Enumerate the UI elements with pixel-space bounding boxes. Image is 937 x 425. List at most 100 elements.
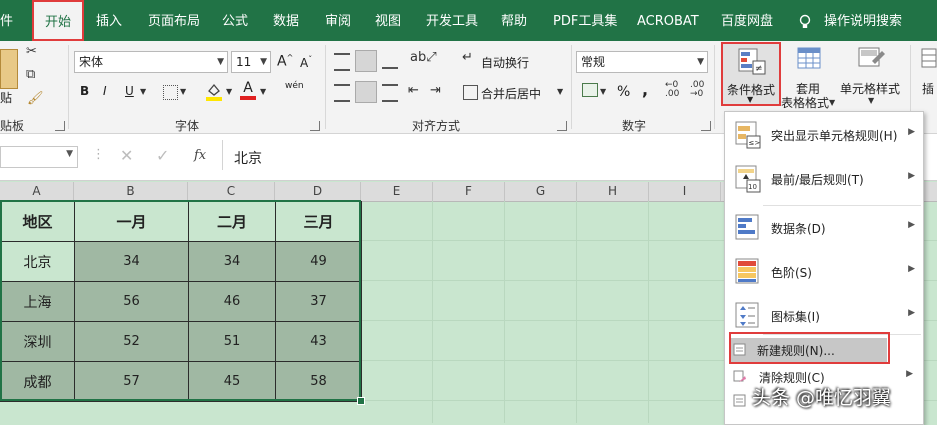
align-center-icon[interactable] <box>355 81 377 103</box>
header-cell-region[interactable]: 地区 <box>0 201 75 242</box>
increase-indent-icon[interactable]: ⇥ <box>430 83 441 98</box>
conditional-formatting-button[interactable]: ≠ 条件格式 ▼ <box>721 42 781 106</box>
border-icon[interactable] <box>163 85 178 100</box>
column-header-f[interactable]: F <box>433 182 505 201</box>
font-name-combo[interactable]: 宋体 ▼ <box>74 51 228 73</box>
chevron-down-icon[interactable]: ▼ <box>260 87 266 96</box>
format-as-table-button-line2[interactable]: 表格格式 <box>781 94 829 111</box>
menu-item-data-bars[interactable]: 数据条(D) ▶ <box>725 208 921 250</box>
cell-value[interactable]: 37 <box>275 281 362 322</box>
cell-value[interactable]: 45 <box>188 361 276 402</box>
menu-item-icon-sets[interactable]: 图标集(I) ▶ <box>725 296 921 338</box>
decrease-decimal-icon[interactable]: .00 →0 <box>690 81 704 99</box>
cell-styles-button[interactable]: 单元格样式 <box>840 80 900 97</box>
tab-file[interactable]: 件 <box>0 0 13 41</box>
column-header-h[interactable]: H <box>577 182 649 201</box>
orientation-icon[interactable]: ab⤢ <box>410 50 437 65</box>
chevron-down-icon[interactable]: ▼ <box>829 98 835 107</box>
tab-view[interactable]: 视图 <box>375 0 401 41</box>
number-launcher-icon[interactable] <box>701 121 711 131</box>
cell-region[interactable]: 北京 <box>0 241 75 282</box>
cell-region[interactable]: 深圳 <box>0 321 75 362</box>
cancel-icon[interactable]: ✕ <box>120 146 133 165</box>
column-header-g[interactable]: G <box>505 182 577 201</box>
tab-pdf-tools[interactable]: PDF工具集 <box>553 0 617 41</box>
font-color-icon[interactable]: A <box>240 81 256 101</box>
comma-button[interactable]: , <box>642 80 648 99</box>
cell-value[interactable]: 46 <box>188 281 276 322</box>
tell-me-search[interactable]: 操作说明搜索 <box>824 0 902 41</box>
font-launcher-icon[interactable] <box>310 121 320 131</box>
cell-value[interactable]: 34 <box>188 241 276 282</box>
increase-decimal-icon[interactable]: ←0.00 <box>665 81 679 99</box>
tab-insert[interactable]: 插入 <box>96 0 122 41</box>
align-left-icon[interactable] <box>334 84 350 102</box>
number-format-combo[interactable]: 常规 ▼ <box>576 51 708 73</box>
fill-handle[interactable] <box>357 397 365 405</box>
tab-developer[interactable]: 开发工具 <box>426 0 478 41</box>
align-top-icon[interactable] <box>334 53 350 71</box>
phonetic-guide-button[interactable]: wén <box>285 81 304 91</box>
column-header-i[interactable]: I <box>649 182 721 201</box>
column-header-a[interactable]: A <box>0 182 74 201</box>
align-right-icon[interactable] <box>382 84 398 102</box>
tab-home[interactable]: 开始 <box>32 0 84 41</box>
name-box[interactable]: ▼ <box>0 146 78 168</box>
formula-input[interactable]: 北京 <box>234 148 262 168</box>
chevron-down-icon[interactable]: ▼ <box>180 87 186 96</box>
format-painter-icon[interactable]: 🖌 <box>27 91 44 106</box>
column-header-b[interactable]: B <box>74 182 188 201</box>
percent-button[interactable]: % <box>617 84 630 100</box>
wrap-text-icon[interactable]: ↵ <box>462 50 473 65</box>
tab-baidu-netdisk[interactable]: 百度网盘 <box>721 0 773 41</box>
merge-center-button[interactable]: 合并后居中 <box>481 85 541 102</box>
chevron-down-icon[interactable]: ▼ <box>868 96 874 105</box>
paste-button[interactable]: 贴 <box>0 89 12 106</box>
chevron-down-icon[interactable]: ▼ <box>600 87 606 96</box>
cut-icon[interactable]: ✂ <box>26 44 37 59</box>
insert-function-icon[interactable]: fx <box>194 148 206 163</box>
chevron-down-icon[interactable]: ▼ <box>226 87 232 96</box>
insert-button[interactable]: 插 <box>922 80 934 97</box>
fill-color-icon[interactable] <box>206 81 222 101</box>
header-cell-jan[interactable]: 一月 <box>74 201 189 242</box>
paste-icon[interactable] <box>0 49 18 89</box>
column-header-e[interactable]: E <box>361 182 433 201</box>
tab-formulas[interactable]: 公式 <box>222 0 248 41</box>
cell-value[interactable]: 34 <box>74 241 189 282</box>
clipboard-launcher-icon[interactable] <box>55 121 65 131</box>
cell-value[interactable]: 49 <box>275 241 362 282</box>
tab-page-layout[interactable]: 页面布局 <box>148 0 200 41</box>
italic-button[interactable]: I <box>103 84 107 98</box>
decrease-indent-icon[interactable]: ⇤ <box>408 83 419 98</box>
shrink-font-button[interactable]: Aˇ <box>300 55 312 70</box>
menu-item-highlight-rules[interactable]: ≤> 突出显示单元格规则(H) ▶ <box>725 115 921 157</box>
tab-review[interactable]: 审阅 <box>325 0 351 41</box>
cell-region[interactable]: 成都 <box>0 361 75 402</box>
menu-item-top-bottom-rules[interactable]: 10 最前/最后规则(T) ▶ <box>725 159 921 201</box>
bold-button[interactable]: B <box>80 84 89 98</box>
cell-value[interactable]: 43 <box>275 321 362 362</box>
insert-cells-icon[interactable] <box>920 47 937 73</box>
cell-value[interactable]: 56 <box>74 281 189 322</box>
underline-button[interactable]: U <box>125 84 134 98</box>
menu-item-new-rule[interactable]: 新建规则(N)... <box>731 338 887 362</box>
menu-item-color-scales[interactable]: 色阶(S) ▶ <box>725 252 921 294</box>
align-middle-icon[interactable] <box>355 50 377 72</box>
alignment-launcher-icon[interactable] <box>557 121 567 131</box>
cell-value[interactable]: 58 <box>275 361 362 402</box>
column-header-c[interactable]: C <box>188 182 275 201</box>
copy-icon[interactable]: ⧉ <box>26 67 35 82</box>
header-cell-feb[interactable]: 二月 <box>188 201 276 242</box>
align-bottom-icon[interactable] <box>382 53 398 69</box>
grow-font-button[interactable]: A^ <box>277 53 293 70</box>
font-size-combo[interactable]: 11 ▼ <box>231 51 271 73</box>
currency-icon[interactable] <box>582 83 598 97</box>
manage-rules-icon[interactable] <box>733 394 747 408</box>
chevron-down-icon[interactable]: ▼ <box>557 87 563 96</box>
chevron-down-icon[interactable]: ▼ <box>140 87 146 96</box>
merge-center-icon[interactable] <box>463 85 478 100</box>
tab-data[interactable]: 数据 <box>273 0 299 41</box>
cell-value[interactable]: 52 <box>74 321 189 362</box>
tab-acrobat[interactable]: ACROBAT <box>637 0 699 41</box>
